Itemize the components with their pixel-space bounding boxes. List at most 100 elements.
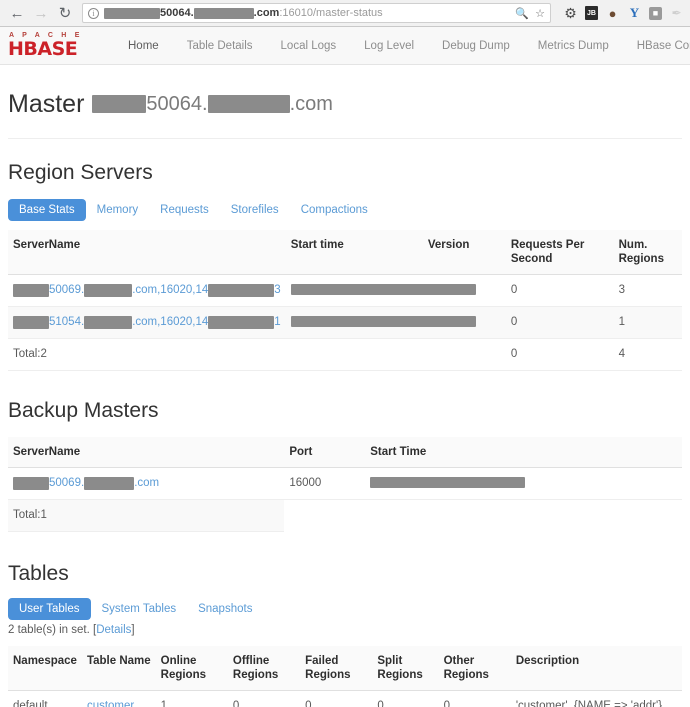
col-start-time: Start time (285, 230, 423, 275)
tab-storefiles[interactable]: Storefiles (220, 199, 290, 221)
col-start-time: Start Time (365, 437, 682, 468)
col-servername: ServerName (8, 437, 285, 468)
region-servers-tabs: Base Stats Memory Requests Storefiles Co… (8, 199, 682, 221)
url-path: :16010/master-status (279, 7, 383, 19)
page-title-prefix: Master (8, 90, 85, 118)
backup-visible-part[interactable]: 50069. (49, 476, 84, 491)
server-visible-part[interactable]: 51054. (49, 315, 84, 330)
server-redaction-left (13, 284, 49, 297)
cell-servername[interactable]: 51054. .com,16020,14 1 (8, 306, 286, 339)
page-title: Master 50064. .com (8, 89, 682, 119)
tables-heading: Tables (8, 562, 69, 585)
cell-table-name[interactable]: customer (81, 690, 156, 707)
cell-total-version (422, 338, 506, 371)
col-online-regions: Online Regions (155, 646, 228, 691)
cell-namespace: default (8, 690, 82, 707)
backup-start-time-redaction (370, 477, 526, 489)
table-header-row: Namespace Table Name Online Regions Offl… (8, 646, 682, 691)
tab-requests[interactable]: Requests (149, 199, 220, 221)
server-redaction-right (208, 316, 275, 329)
cell-requests-per-second: 0 (505, 306, 614, 339)
zoom-out-icon[interactable]: 🔍 (515, 7, 529, 20)
url-domain-suffix: .com (253, 7, 280, 19)
col-split-regions: Split Regions (372, 646, 439, 691)
title-redaction-mid (207, 95, 290, 113)
table-total-row: Total:2 0 4 (8, 338, 682, 371)
url-redaction-mid (193, 7, 254, 19)
title-divider (8, 138, 682, 139)
hbase-navbar: A P A C H E HBASE Home Table Details Loc… (0, 27, 690, 65)
col-table-name: Table Name (81, 646, 156, 691)
server-mid-part[interactable]: .com,16020,14 (132, 315, 208, 330)
yandex-icon[interactable]: Y (627, 5, 642, 21)
star-icon[interactable]: ☆ (535, 7, 545, 20)
pen-icon[interactable]: ✒ (669, 6, 684, 21)
nav-menu: Home Table Details Local Logs Log Level … (114, 27, 690, 65)
nav-item-table-details[interactable]: Table Details (173, 27, 267, 65)
address-bar[interactable]: i 50064. .com:16010/master-status 🔍 ☆ (82, 3, 551, 23)
logo-hbase-text: HBASE (8, 38, 78, 60)
server-visible-part[interactable]: 50069. (49, 283, 84, 298)
col-failed-regions: Failed Regions (300, 646, 373, 691)
tab-compactions[interactable]: Compactions (290, 199, 379, 221)
tables-table: Namespace Table Name Online Regions Offl… (8, 646, 682, 707)
server-redaction-mid (84, 284, 133, 297)
tab-snapshots[interactable]: Snapshots (187, 598, 263, 620)
col-version: Version (422, 230, 506, 275)
server-tail-part[interactable]: 3 (274, 283, 280, 298)
server-redaction-mid (84, 316, 133, 329)
cell-port: 16000 (284, 467, 366, 500)
col-requests-per-second: Requests Per Second (505, 230, 614, 275)
tab-memory[interactable]: Memory (86, 199, 150, 221)
tables-tabs: User Tables System Tables Snapshots (8, 598, 682, 620)
col-port: Port (284, 437, 366, 468)
url-redaction-left (104, 7, 160, 19)
set-summary-text: 2 table(s) in set. [ (8, 624, 97, 636)
cell-offline-regions: 0 (227, 690, 301, 707)
details-link[interactable]: Details (96, 624, 131, 636)
jetbrains-icon[interactable]: JB (585, 6, 598, 20)
nav-item-local-logs[interactable]: Local Logs (267, 27, 351, 65)
nav-item-log-level[interactable]: Log Level (350, 27, 428, 65)
cell-total-label: Total:1 (8, 499, 285, 532)
tab-base-stats[interactable]: Base Stats (8, 199, 86, 221)
forward-arrow-icon: → (33, 4, 49, 22)
cell-num-regions: 1 (613, 306, 682, 339)
site-info-icon[interactable]: i (88, 7, 99, 19)
tab-user-tables[interactable]: User Tables (8, 598, 91, 620)
hbase-logo[interactable]: A P A C H E HBASE (4, 32, 100, 59)
tab-system-tables[interactable]: System Tables (91, 598, 188, 620)
cell-start-time (285, 306, 506, 339)
server-redaction-right (208, 284, 275, 297)
server-mid-part[interactable]: .com,16020,14 (132, 283, 208, 298)
back-arrow-icon[interactable]: ← (6, 2, 28, 24)
page-title-host: 50064. .com (92, 89, 333, 119)
cell-servername[interactable]: 50069. .com,16020,14 3 (8, 274, 286, 307)
nav-item-metrics-dump[interactable]: Metrics Dump (524, 27, 623, 65)
cell-description: 'customer', {NAME => 'addr'}, {NAME => '… (510, 690, 682, 707)
server-tail-part[interactable]: 1 (274, 315, 280, 330)
cell-servername[interactable]: 50069. .com (8, 467, 285, 500)
cell-num-regions: 3 (613, 274, 682, 307)
table-row: 50069. .com,16020,14 3 0 3 (8, 274, 682, 307)
col-num-regions: Num. Regions (613, 230, 682, 275)
col-offline-regions: Offline Regions (227, 646, 301, 691)
backup-redaction-mid (84, 477, 135, 490)
nav-item-debug-dump[interactable]: Debug Dump (428, 27, 524, 65)
backup-redaction-left (13, 477, 49, 490)
cell-start-time (285, 274, 506, 307)
table-name-link[interactable]: customer (87, 700, 134, 707)
nav-item-home[interactable]: Home (114, 27, 173, 65)
note-icon[interactable]: ■ (649, 6, 662, 20)
cell-total-requests-per-second: 0 (505, 338, 614, 371)
title-redaction-left (92, 95, 147, 113)
reload-icon[interactable]: ↻ (54, 2, 76, 24)
set-summary-text-end: ] (131, 624, 135, 636)
server-redaction-left (13, 316, 49, 329)
gear-icon[interactable]: ⚙ (563, 5, 578, 21)
col-description: Description (510, 646, 682, 691)
col-namespace: Namespace (8, 646, 82, 691)
backup-suffix-part[interactable]: .com (134, 476, 159, 491)
pocket-icon[interactable]: ● (605, 6, 620, 21)
nav-item-hbase-configuration[interactable]: HBase Configuration (623, 27, 690, 65)
